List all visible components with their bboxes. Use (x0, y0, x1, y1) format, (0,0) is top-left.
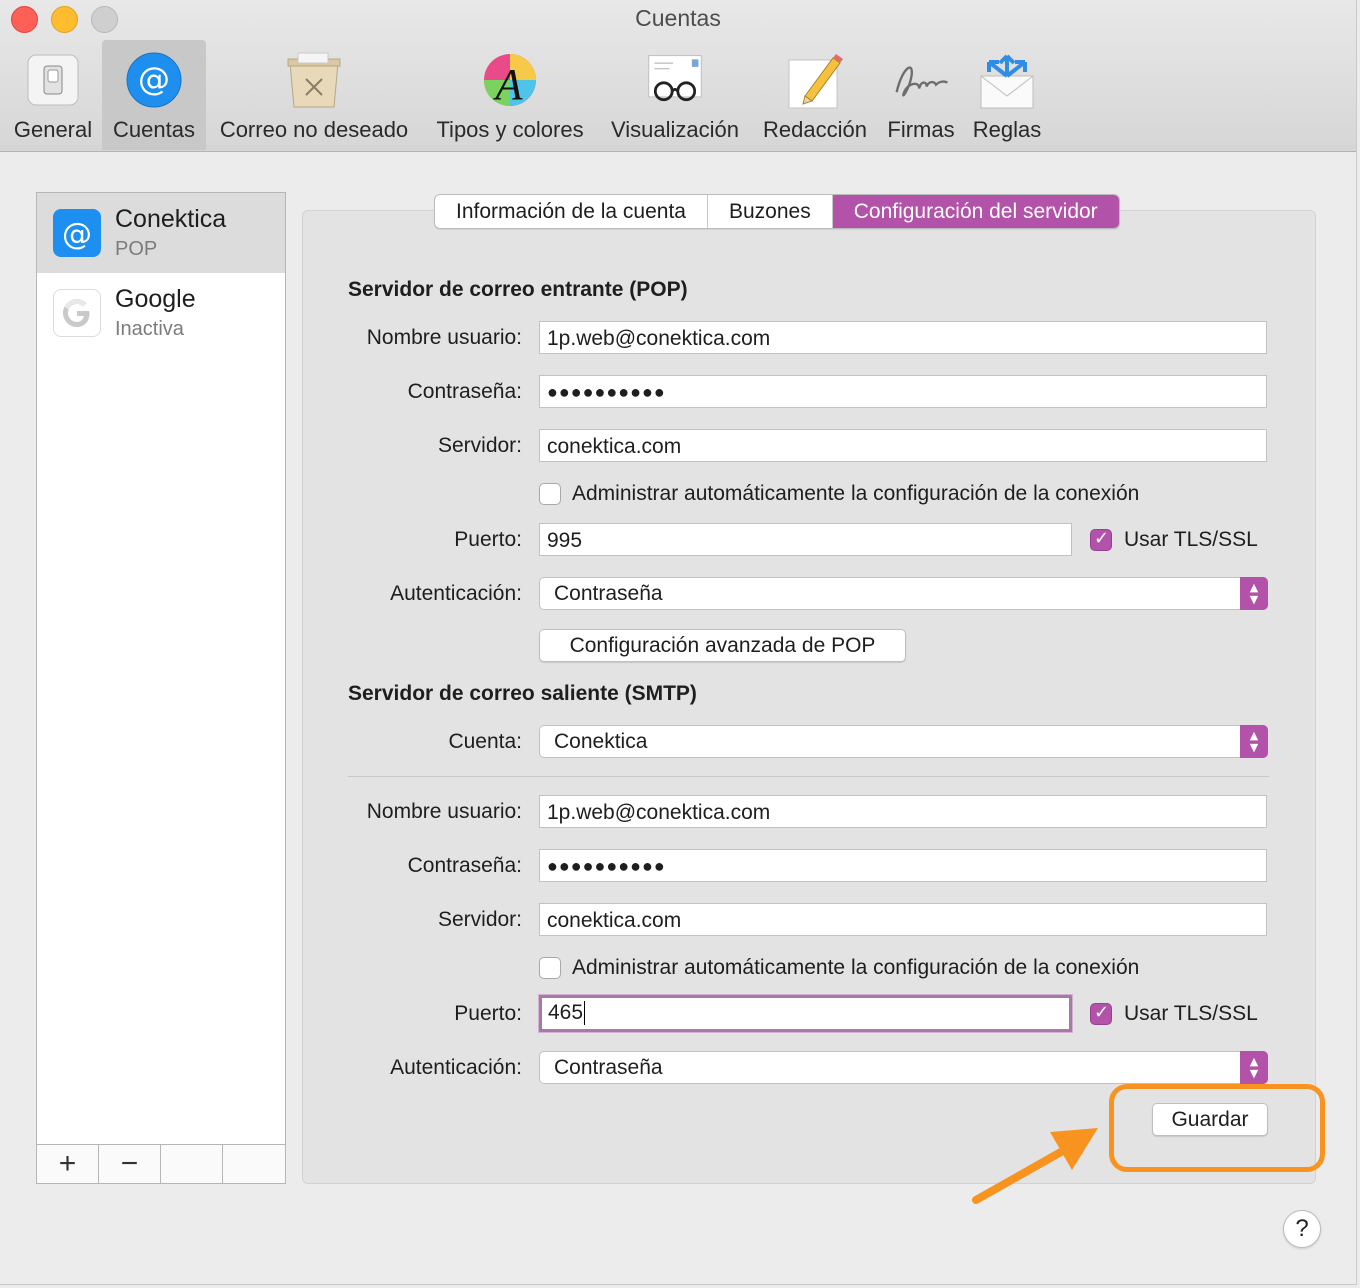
svg-text:@: @ (62, 217, 92, 252)
incoming-auth-label: Autenticación: (390, 582, 522, 605)
incoming-password-label: Contraseña: (407, 380, 522, 403)
toolbar-label: Tipos y colores (436, 117, 584, 142)
toolbar-label: Reglas (972, 117, 1042, 142)
pencil-paper-icon (785, 50, 845, 110)
svg-text:@: @ (138, 60, 170, 98)
at-sign-icon: @ (53, 209, 101, 257)
tab-configuracion-servidor[interactable]: Configuración del servidor (832, 195, 1119, 228)
incoming-auth-value: Contraseña (554, 582, 663, 605)
toolbar-tipos-y-colores[interactable]: A Tipos y colores (426, 40, 594, 150)
svg-text:A: A (493, 60, 524, 109)
font-color-wheel-icon: A (480, 50, 540, 110)
incoming-auto-manage-checkbox[interactable] (539, 483, 561, 505)
sidebar-footer-spacer (161, 1145, 223, 1183)
toolbar-cuentas[interactable]: @ Cuentas (102, 40, 206, 150)
account-type: POP (115, 238, 158, 260)
incoming-auto-manage-label: Administrar automáticamente la configura… (572, 482, 1140, 505)
outgoing-auth-select[interactable]: Contraseña ▲ ▼ (539, 1051, 1268, 1084)
incoming-server-field[interactable]: conektica.com (539, 429, 1267, 462)
general-switch-icon (23, 50, 83, 110)
toolbar: Cuentas General @ Cuentas Correo no dese… (0, 0, 1356, 152)
outgoing-server-label: Servidor: (437, 908, 522, 931)
junk-trash-icon (284, 50, 344, 110)
toolbar-correo-no-deseado[interactable]: Correo no deseado (210, 40, 418, 150)
outgoing-tls-label: Usar TLS/SSL (1124, 1002, 1258, 1025)
toolbar-label: Redacción (763, 117, 867, 142)
outgoing-account-label: Cuenta: (448, 730, 522, 753)
account-name: Conektica (115, 205, 227, 233)
account-name: Google (115, 285, 196, 313)
toolbar-redaccion[interactable]: Redacción (756, 40, 874, 150)
account-item-conektica[interactable]: @ Conektica POP (37, 193, 285, 273)
incoming-auth-select[interactable]: Contraseña ▲ ▼ (539, 577, 1268, 610)
outgoing-auth-value: Contraseña (554, 1056, 663, 1079)
outgoing-server-field[interactable]: conektica.com (539, 903, 1267, 936)
save-highlight-annotation (1109, 1084, 1325, 1172)
glasses-letter-icon (645, 50, 705, 110)
add-account-button[interactable]: + (37, 1145, 99, 1183)
tab-informacion-cuenta[interactable]: Información de la cuenta (435, 195, 708, 228)
signature-icon (891, 50, 951, 110)
help-button[interactable]: ? (1283, 1210, 1321, 1248)
remove-account-button[interactable]: − (99, 1145, 161, 1183)
outgoing-port-field[interactable]: 465 (538, 994, 1073, 1033)
incoming-tls-checkbox[interactable] (1090, 528, 1112, 551)
updown-chevron-icon: ▲ ▼ (1240, 1051, 1268, 1084)
window-title: Cuentas (635, 5, 721, 31)
incoming-section-title: Servidor de correo entrante (POP) (348, 278, 688, 301)
rules-envelope-icon (977, 50, 1037, 110)
preferences-window: Cuentas General @ Cuentas Correo no dese… (0, 0, 1357, 1285)
incoming-port-label: Puerto: (454, 528, 522, 551)
toolbar-firmas[interactable]: Firmas (882, 40, 960, 150)
outgoing-password-label: Contraseña: (407, 854, 522, 877)
outgoing-auto-manage-label: Administrar automáticamente la configura… (572, 956, 1140, 979)
orange-arrow-icon (972, 1128, 1098, 1204)
updown-chevron-icon: ▲ ▼ (1240, 725, 1268, 758)
updown-chevron-icon: ▲ ▼ (1240, 577, 1268, 610)
toolbar-label: Correo no deseado (219, 117, 409, 142)
section-divider (348, 776, 1269, 777)
incoming-username-label: Nombre usuario: (366, 326, 522, 349)
outgoing-account-value: Conektica (554, 730, 648, 753)
outgoing-port-label: Puerto: (454, 1002, 522, 1025)
outgoing-password-field[interactable]: ●●●●●●●●●● (539, 849, 1267, 882)
outgoing-username-field[interactable]: 1p.web@conektica.com (539, 795, 1267, 828)
tab-buzones[interactable]: Buzones (708, 195, 833, 228)
incoming-port-field[interactable]: 995 (539, 523, 1072, 556)
incoming-password-field[interactable]: ●●●●●●●●●● (539, 375, 1267, 408)
toolbar-general[interactable]: General (6, 40, 100, 150)
outgoing-tls-checkbox[interactable] (1090, 1002, 1112, 1025)
outgoing-auto-manage-checkbox[interactable] (539, 957, 561, 979)
tab-bar: Información de la cuenta Buzones Configu… (434, 194, 1120, 229)
toolbar-label: Visualización (610, 117, 739, 142)
toolbar-label: Cuentas (113, 117, 195, 142)
incoming-server-label: Servidor: (437, 434, 522, 457)
text-caret (584, 1001, 586, 1026)
outgoing-username-label: Nombre usuario: (366, 800, 522, 823)
toolbar-label: Firmas (887, 117, 955, 142)
outgoing-auth-label: Autenticación: (390, 1056, 522, 1079)
advanced-pop-button[interactable]: Configuración avanzada de POP (539, 629, 906, 662)
toolbar-visualizacion[interactable]: Visualización (602, 40, 748, 150)
outgoing-account-select[interactable]: Conektica ▲ ▼ (539, 725, 1268, 758)
toolbar-label: General (13, 117, 93, 142)
at-sign-icon: @ (124, 50, 184, 110)
incoming-username-field[interactable]: 1p.web@conektica.com (539, 321, 1267, 354)
outgoing-section-title: Servidor de correo saliente (SMTP) (348, 682, 697, 705)
outgoing-port-value: 465 (548, 1001, 584, 1024)
toolbar-reglas[interactable]: Reglas (966, 40, 1048, 150)
incoming-tls-label: Usar TLS/SSL (1124, 528, 1258, 551)
sidebar-footer: + − (37, 1144, 285, 1183)
